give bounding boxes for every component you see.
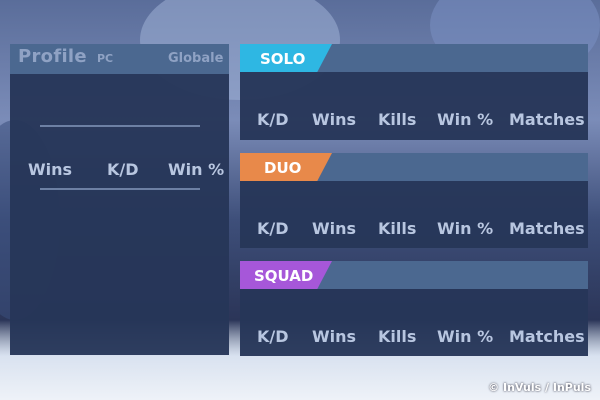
solo-body: K/D Wins Kills Win % Matches	[240, 72, 588, 140]
profile-stat-winrate: Win %	[168, 160, 225, 179]
duo-label: DUO	[264, 159, 302, 177]
squad-stat-winrate: Win %	[437, 327, 494, 346]
profile-stat-wins: Wins	[28, 160, 73, 179]
squad-stat-kills: Kills	[378, 327, 417, 346]
squad-stat-kd: K/D	[257, 327, 289, 346]
duo-stat-kd: K/D	[257, 219, 289, 238]
divider	[40, 125, 200, 127]
squad-stat-matches: Matches	[509, 327, 585, 346]
solo-stat-kills: Kills	[378, 110, 417, 129]
solo-label: SOLO	[260, 50, 306, 68]
duo-stat-kills: Kills	[378, 219, 417, 238]
squad-label: SQUAD	[254, 267, 314, 285]
profile-panel	[10, 44, 229, 355]
squad-body: K/D Wins Kills Win % Matches	[240, 289, 588, 356]
solo-stat-matches: Matches	[509, 110, 585, 129]
squad-stat-wins: Wins	[312, 327, 357, 346]
profile-stat-kd: K/D	[107, 160, 139, 179]
credit-text: © InVuls / InPuls	[488, 381, 591, 394]
duo-stat-winrate: Win %	[437, 219, 494, 238]
duo-body: K/D Wins Kills Win % Matches	[240, 181, 588, 248]
duo-section: DUO K/D Wins Kills Win % Matches	[240, 153, 588, 248]
solo-section: SOLO K/D Wins Kills Win % Matches	[240, 44, 588, 140]
solo-stat-wins: Wins	[312, 110, 357, 129]
duo-stat-matches: Matches	[509, 219, 585, 238]
solo-stat-kd: K/D	[257, 110, 289, 129]
squad-section: SQUAD K/D Wins Kills Win % Matches	[240, 261, 588, 356]
scope-label[interactable]: Globale	[168, 51, 223, 66]
divider	[40, 188, 200, 190]
duo-stat-wins: Wins	[312, 219, 357, 238]
profile-title: Profile	[18, 46, 87, 67]
platform-label[interactable]: PC	[97, 52, 113, 65]
solo-stat-winrate: Win %	[437, 110, 494, 129]
